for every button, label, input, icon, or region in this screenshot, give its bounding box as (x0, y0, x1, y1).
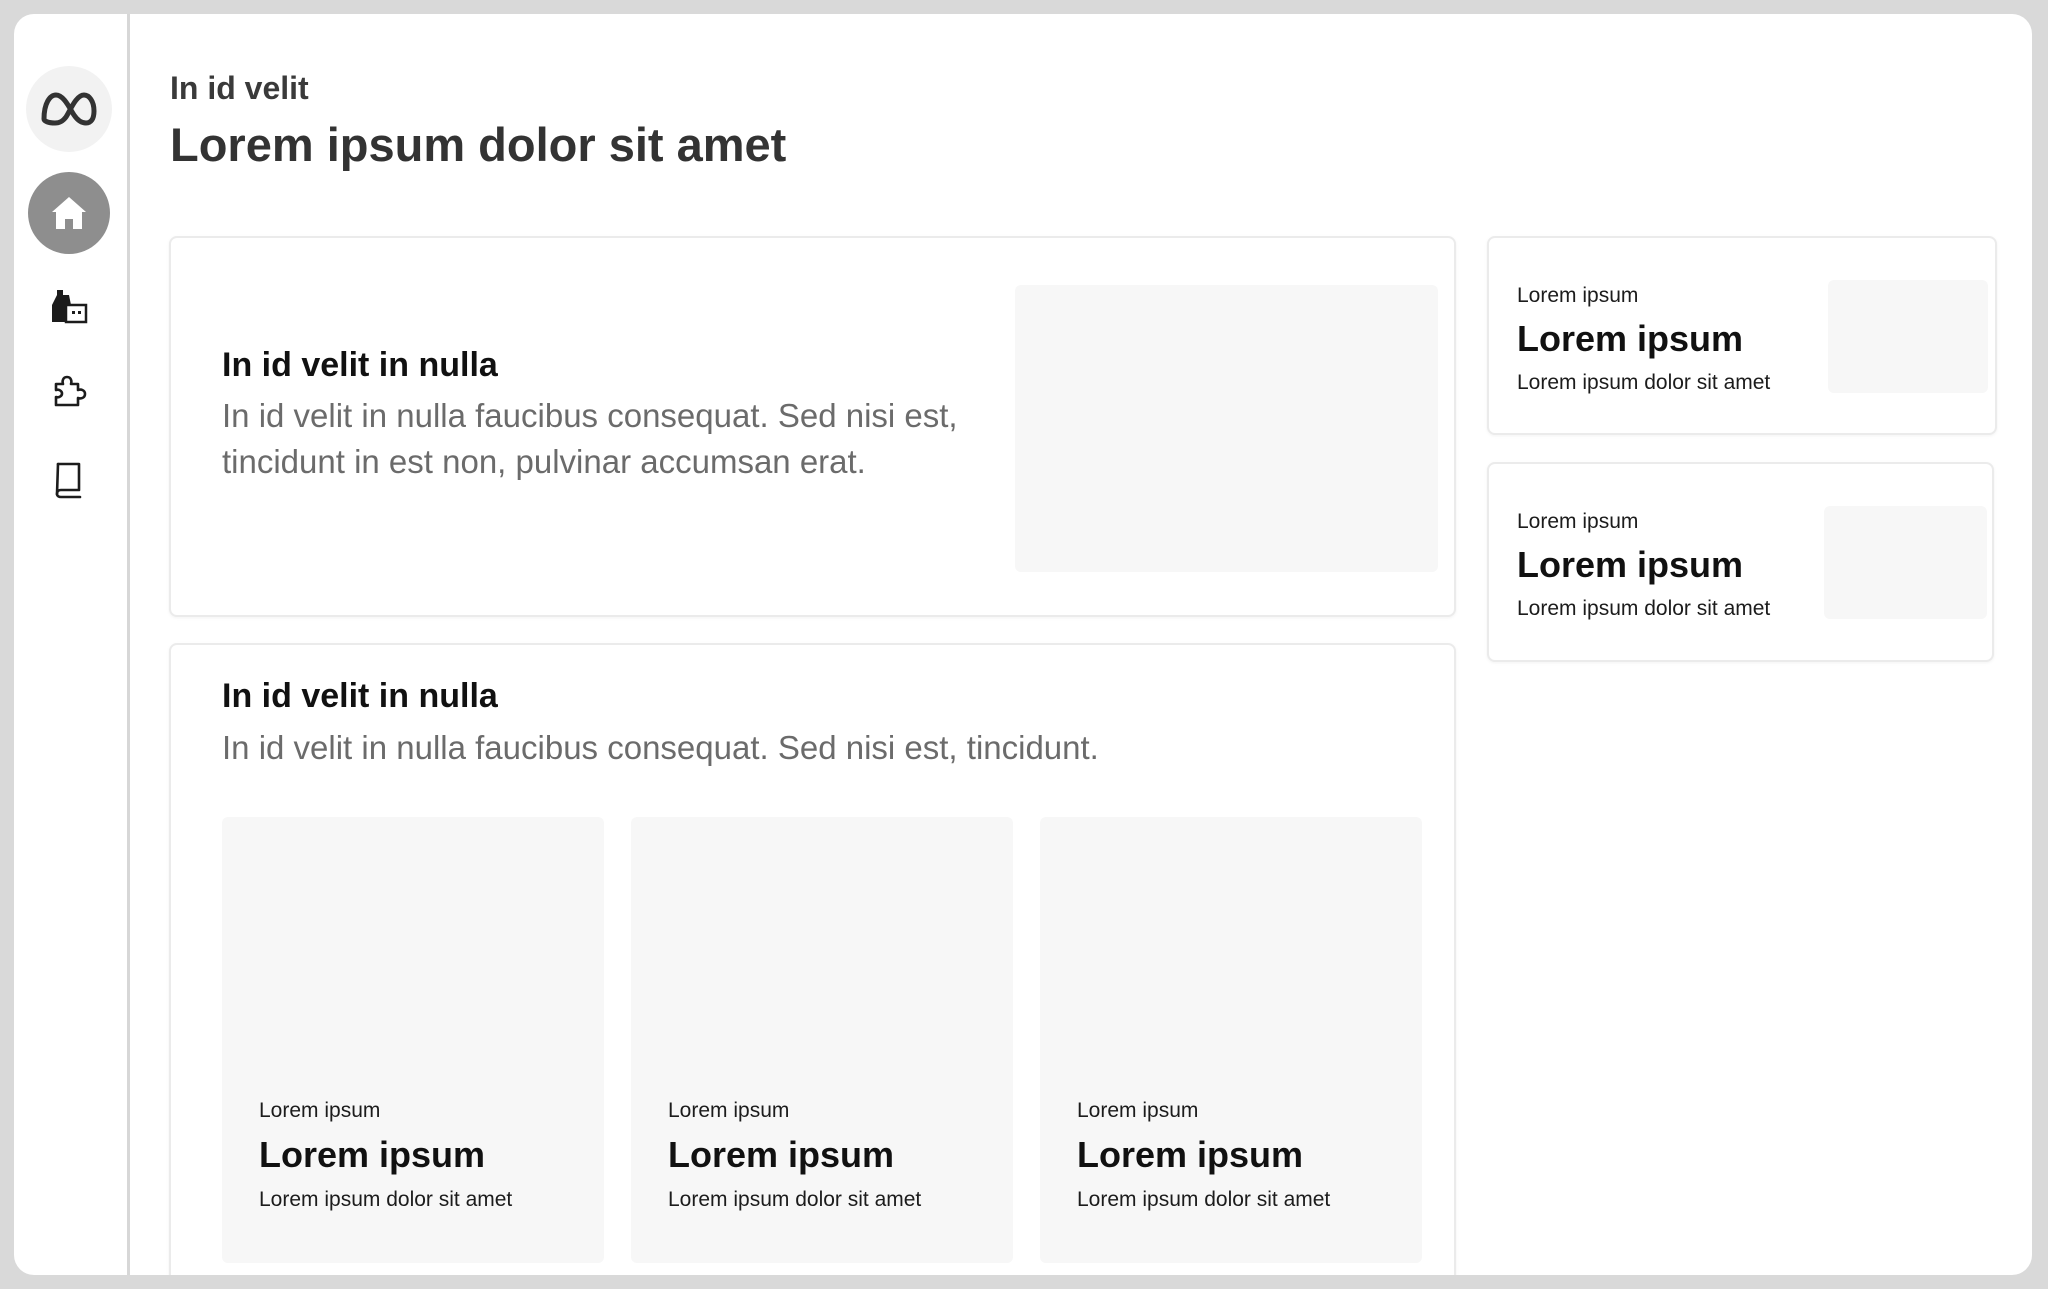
nav-puzzle-button[interactable] (39, 361, 99, 421)
tile-subtitle: Lorem ipsum dolor sit amet (259, 1188, 513, 1211)
collection-card-title: In id velit in nulla (222, 677, 498, 715)
nav-book-button[interactable] (39, 450, 99, 510)
tile-title: Lorem ipsum (668, 1134, 895, 1175)
feature-card[interactable]: In id velit in nulla In id velit in null… (169, 236, 1456, 617)
side-card-title: Lorem ipsum (1517, 544, 1744, 585)
side-card-eyebrow: Lorem ipsum (1517, 284, 1639, 307)
home-icon (52, 197, 86, 229)
collection-card-description: In id velit in nulla faucibus consequat.… (222, 729, 1099, 766)
content-tile[interactable]: Lorem ipsum Lorem ipsum Lorem ipsum dolo… (1040, 817, 1422, 1263)
side-card[interactable]: Lorem ipsum Lorem ipsum Lorem ipsum dolo… (1487, 236, 1997, 435)
collection-card: In id velit in nulla In id velit in null… (169, 643, 1456, 1275)
tile-title: Lorem ipsum (259, 1134, 486, 1175)
side-card-eyebrow: Lorem ipsum (1517, 510, 1639, 533)
tile-title: Lorem ipsum (1077, 1134, 1304, 1175)
page-eyebrow: In id velit (170, 70, 309, 106)
feature-card-title: In id velit in nulla (222, 346, 498, 384)
tile-eyebrow: Lorem ipsum (668, 1099, 790, 1122)
page-header: In id velit Lorem ipsum dolor sit amet (170, 70, 786, 172)
nav-store-button[interactable] (39, 277, 99, 337)
book-icon (55, 462, 82, 499)
tile-subtitle: Lorem ipsum dolor sit amet (668, 1188, 922, 1211)
side-card-thumbnail (1828, 280, 1988, 393)
side-card-subtitle: Lorem ipsum dolor sit amet (1517, 371, 1771, 394)
puzzle-icon (54, 375, 87, 407)
meta-logo-icon (41, 92, 97, 126)
sidebar (14, 14, 130, 1275)
page-title: Lorem ipsum dolor sit amet (170, 118, 787, 171)
side-card-title: Lorem ipsum (1517, 318, 1744, 359)
content-tile[interactable]: Lorem ipsum Lorem ipsum Lorem ipsum dolo… (631, 817, 1013, 1263)
tile-eyebrow: Lorem ipsum (259, 1099, 381, 1122)
store-icon (52, 290, 88, 324)
nav-home-button[interactable] (28, 172, 110, 254)
tile-eyebrow: Lorem ipsum (1077, 1099, 1199, 1122)
side-card[interactable]: Lorem ipsum Lorem ipsum Lorem ipsum dolo… (1487, 462, 1994, 662)
content-tile[interactable]: Lorem ipsum Lorem ipsum Lorem ipsum dolo… (222, 817, 604, 1263)
app-window: In id velit Lorem ipsum dolor sit amet I… (14, 14, 2032, 1275)
feature-card-image-placeholder (1015, 285, 1438, 572)
side-card-thumbnail (1824, 506, 1987, 619)
meta-logo-button[interactable] (26, 66, 112, 152)
feature-card-description: In id velit in nulla faucibus consequat.… (222, 397, 958, 480)
tile-subtitle: Lorem ipsum dolor sit amet (1077, 1188, 1331, 1211)
side-card-subtitle: Lorem ipsum dolor sit amet (1517, 597, 1771, 620)
